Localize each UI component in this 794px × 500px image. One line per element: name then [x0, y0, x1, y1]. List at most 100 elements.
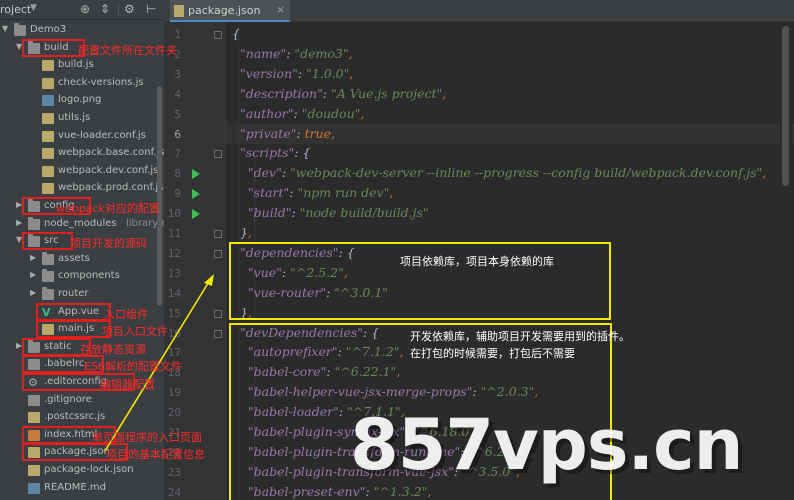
highlight-box [36, 320, 111, 339]
line-number: 23 [167, 465, 181, 479]
devdependencies-callout-text-1: 开发依赖库，辅助项目开发需要用到的插件。 [410, 330, 630, 343]
run-script-icon[interactable] [192, 169, 200, 180]
project-panel-title[interactable]: roject [0, 3, 31, 16]
json-file-icon [28, 465, 40, 476]
hide-panel-icon[interactable]: ⊢ [146, 2, 156, 16]
collapse-arrow-icon[interactable]: ▶ [30, 253, 36, 262]
line-number: 11 [167, 227, 181, 240]
tree-item-label: webpack.prod.conf.js [58, 182, 164, 194]
tree-item-label: .postcssrc.js [44, 411, 106, 423]
fold-marker-icon[interactable] [214, 230, 222, 238]
tree-item-webpack-prod-conf-js[interactable]: webpack.prod.conf.js [0, 180, 164, 197]
highlight-box [22, 232, 73, 251]
tree-annotation: 项目开发的源码 [70, 237, 147, 251]
tree-item-package-lock-json[interactable]: package-lock.json [0, 462, 164, 479]
header-divider [118, 4, 119, 16]
tree-item-label: assets [58, 252, 90, 264]
close-icon[interactable]: × [276, 3, 285, 16]
tree-item-node-modules[interactable]: ▶node_moduleslibrary root [0, 216, 164, 233]
file-icon [28, 394, 40, 406]
tree-item-label: .gitignore [44, 393, 92, 405]
tree-item-webpack-base-conf-js[interactable]: webpack.base.conf.js [0, 145, 164, 162]
js-file-icon [42, 77, 54, 89]
fold-marker-icon[interactable] [214, 309, 222, 318]
fold-marker-icon[interactable] [214, 150, 222, 159]
tree-item-utils-js[interactable]: utils.js [0, 110, 164, 127]
editor-tab-bar: package.json × [164, 0, 794, 22]
devdependencies-callout-text-2: 在打包的时候需要，打包后不需要 [410, 347, 575, 360]
collapse-arrow-icon[interactable]: ▶ [30, 288, 36, 297]
js-file-icon [42, 165, 54, 177]
dependencies-callout-text: 项目依赖库，项目本身依赖的库 [400, 255, 554, 268]
tree-annotation: 存放静态资源 [80, 342, 146, 356]
tree-item-readme-md[interactable]: README.md [0, 480, 164, 497]
tree-annotation: ES6解析的配置文件 [84, 360, 182, 374]
js-file-icon [42, 183, 54, 195]
js-file-icon [42, 130, 54, 142]
json-file-icon [174, 5, 184, 17]
editor-scrollbar[interactable] [780, 22, 792, 500]
tree-item-label: utils.js [58, 112, 91, 123]
tree-item-check-versions-js[interactable]: check-versions.js [0, 75, 164, 92]
tree-item-label: package-lock.json [44, 464, 134, 475]
tree-item-gitignore[interactable]: .gitignore [0, 392, 164, 409]
code-line: "dev": "webpack-dev-server --inline --pr… [247, 165, 767, 181]
tree-item-label: components [58, 270, 120, 282]
code-line: "author": "doudou", [239, 105, 365, 121]
tab-package-json[interactable]: package.json × [170, 0, 290, 22]
editor-scrollbar-thumb[interactable] [782, 26, 789, 186]
tree-item-demo3[interactable]: ▼ Demo3 [0, 22, 164, 39]
locate-icon[interactable]: ⊕ [80, 2, 90, 16]
line-number: 14 [167, 286, 181, 300]
expand-arrow-icon[interactable]: ▼ [2, 24, 8, 33]
tree-item-assets[interactable]: ▶ assets [0, 251, 164, 268]
tree-annotation: 编辑器配置 [100, 378, 155, 391]
line-number: 19 [167, 386, 181, 400]
folder-icon [42, 287, 54, 300]
js-file-icon [42, 113, 54, 124]
code-line: "description": "A Vue.js project", [239, 85, 447, 101]
fold-marker-icon[interactable] [214, 249, 222, 258]
line-number: 7 [174, 147, 181, 161]
tree-item-label: Demo3 [30, 24, 67, 35]
gear-icon[interactable]: ⚙ [124, 2, 135, 16]
tree-item-postcssrc-js[interactable]: .postcssrc.js [0, 409, 164, 426]
image-file-icon [42, 95, 54, 107]
line-number: 6 [174, 127, 181, 141]
folder-icon [14, 23, 26, 36]
tree-annotation: 配置文件所在文件夹 [78, 43, 177, 57]
line-number: 12 [167, 246, 181, 260]
tree-item-logo-png[interactable]: logo.png [0, 92, 164, 109]
tree-item-components[interactable]: ▶ components [0, 268, 164, 285]
run-script-icon[interactable] [192, 209, 200, 220]
tree-item-router[interactable]: ▶ router [0, 286, 164, 303]
folder-icon [42, 251, 54, 265]
tree-item-label: logo.png [58, 94, 102, 106]
tree-item-build-js[interactable]: build.js [0, 57, 164, 74]
fold-marker-icon[interactable] [214, 31, 222, 39]
tree-annotation: 项目的基本配置信息 [106, 448, 205, 462]
tree-item-vue-loader-conf-js[interactable]: vue-loader.conf.js [0, 128, 164, 145]
collapse-arrow-icon[interactable]: ▶ [16, 218, 22, 227]
line-number: 15 [167, 306, 181, 320]
tree-item-label: build.js [58, 59, 94, 71]
line-number: 1 [174, 28, 181, 41]
line-number: 20 [167, 406, 181, 420]
line-number: 24 [167, 485, 181, 499]
fold-marker-icon[interactable] [214, 329, 222, 338]
watermark: 857vps.cn [350, 404, 743, 486]
tree-item-label: check-versions.js [58, 76, 144, 88]
tree-item-webpack-dev-conf-js[interactable]: webpack.dev.conf.js [0, 163, 164, 180]
collapse-all-icon[interactable]: ⇕ [100, 2, 110, 16]
tree-annotation: 单页面程序的入口页面 [92, 430, 202, 444]
run-script-icon[interactable] [192, 189, 200, 200]
collapse-arrow-icon[interactable]: ▶ [30, 270, 36, 279]
line-number: 3 [174, 67, 181, 81]
js-file-icon [42, 60, 54, 72]
line-number: 5 [174, 107, 181, 121]
line-number: 8 [174, 167, 181, 181]
tree-item-label: webpack.base.conf.js [58, 147, 164, 159]
js-file-icon [28, 412, 40, 424]
line-number: 4 [174, 87, 181, 101]
chevron-down-icon[interactable]: ▼ [30, 3, 37, 13]
